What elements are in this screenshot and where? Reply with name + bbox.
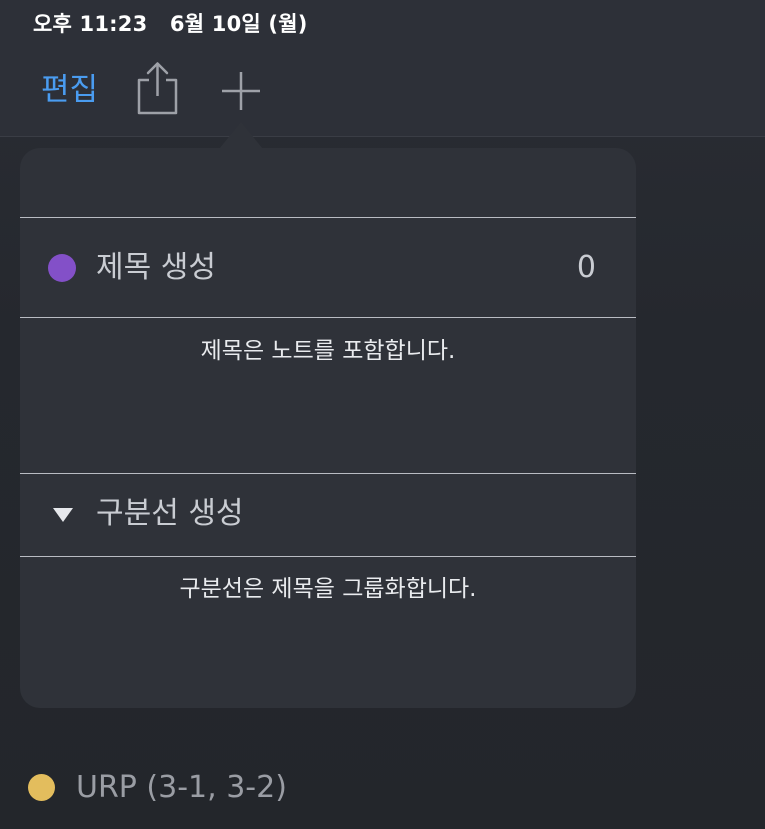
edit-button[interactable]: 편집: [41, 70, 98, 110]
share-icon: [137, 62, 178, 115]
create-title-description: 제목은 노트를 포함합니다.: [200, 338, 456, 364]
create-divider-label: 구분선 생성: [96, 496, 244, 531]
triangle-down-icon: [53, 508, 73, 522]
create-divider-description: 구분선은 제목을 그룹화합니다.: [179, 576, 477, 602]
status-bar-datetime: 오후 11:23 6월 10일 (월): [33, 12, 308, 36]
add-button[interactable]: [218, 68, 264, 114]
plus-icon: [222, 72, 260, 110]
list-item[interactable]: URP (3-1, 3-2): [28, 768, 428, 808]
create-divider-row[interactable]: 구분선 생성: [20, 474, 636, 556]
create-title-row[interactable]: 제목 생성 0: [20, 218, 636, 316]
yellow-dot-icon: [28, 774, 55, 801]
popover-arrow: [219, 122, 263, 149]
app-screen: 오후 11:23 6월 10일 (월) 편집 제목 생성 0 제목은 노트를 포…: [0, 0, 765, 829]
divider: [20, 556, 636, 557]
create-title-count: 0: [576, 250, 596, 285]
list-item-label: URP (3-1, 3-2): [76, 770, 287, 805]
purple-dot-icon: [48, 254, 76, 282]
divider: [20, 317, 636, 318]
create-title-label: 제목 생성: [96, 250, 216, 285]
share-button[interactable]: [134, 60, 182, 116]
top-toolbar: 오후 11:23 6월 10일 (월) 편집: [0, 0, 765, 137]
create-popover: 제목 생성 0 제목은 노트를 포함합니다. 구분선 생성 구분선은 제목을 그…: [20, 148, 636, 708]
